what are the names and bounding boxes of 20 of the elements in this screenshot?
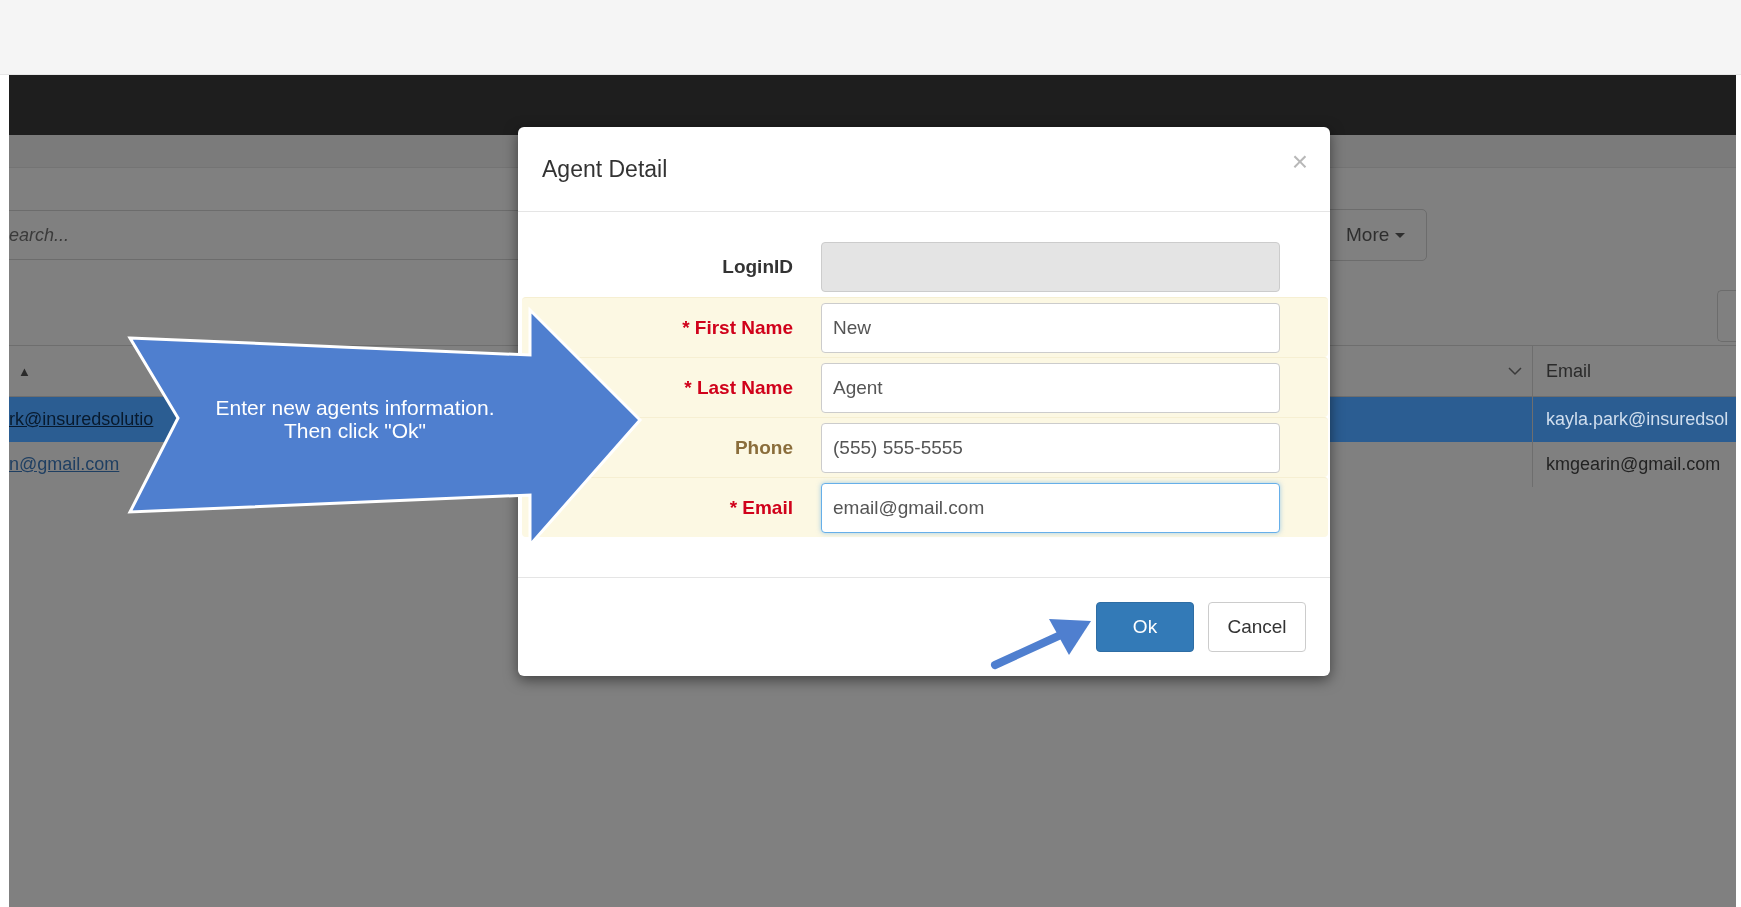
field-label: Phone [733, 436, 793, 459]
input-field[interactable]: (555) 555-5555 [821, 422, 1280, 473]
chevron-down-icon[interactable] [1508, 366, 1522, 376]
sort-indicator[interactable]: ▲ [18, 363, 31, 379]
email-link[interactable]: rk@insuredsolutio [9, 409, 154, 430]
input-field[interactable]: Agent [821, 362, 1280, 413]
table-cell: kmgearin@gmail.com [1546, 454, 1721, 475]
email-link[interactable]: n@gmail.com [9, 454, 120, 475]
input-field[interactable]: email@gmail.com [821, 482, 1280, 533]
dialog-title: Agent Detail [542, 155, 668, 183]
input-field[interactable]: New [821, 302, 1280, 353]
field-label: * First Name [681, 316, 793, 339]
ok-button[interactable]: Ok [1096, 602, 1194, 652]
column-header[interactable]: Email [1546, 360, 1591, 382]
cancel-button[interactable]: Cancel [1208, 602, 1306, 652]
field-label: * Email [728, 496, 793, 519]
callout-text: Enter new agents information. Then click "Ok" [214, 396, 496, 442]
table-cell: kayla.park@insuredsol [1546, 409, 1729, 430]
field-label: LoginID [721, 256, 793, 278]
field-label: * Last Name [683, 376, 793, 399]
